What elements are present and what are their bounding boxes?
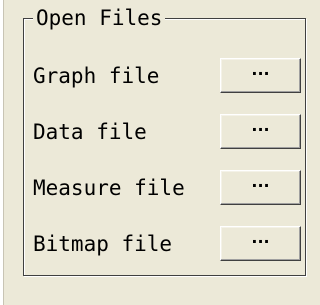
bitmap-file-browse-button[interactable]: ···: [220, 226, 301, 261]
window-edge: [0, 0, 4, 305]
measure-file-label: Measure file: [33, 176, 185, 200]
graph-file-label: Graph file: [33, 64, 160, 88]
data-file-browse-button[interactable]: ···: [220, 114, 301, 149]
bitmap-file-label: Bitmap file: [33, 232, 173, 256]
data-file-label: Data file: [33, 120, 147, 144]
groupbox-title: Open Files: [33, 5, 166, 31]
measure-file-browse-button[interactable]: ···: [220, 170, 301, 205]
graph-file-browse-button[interactable]: ···: [220, 58, 301, 93]
